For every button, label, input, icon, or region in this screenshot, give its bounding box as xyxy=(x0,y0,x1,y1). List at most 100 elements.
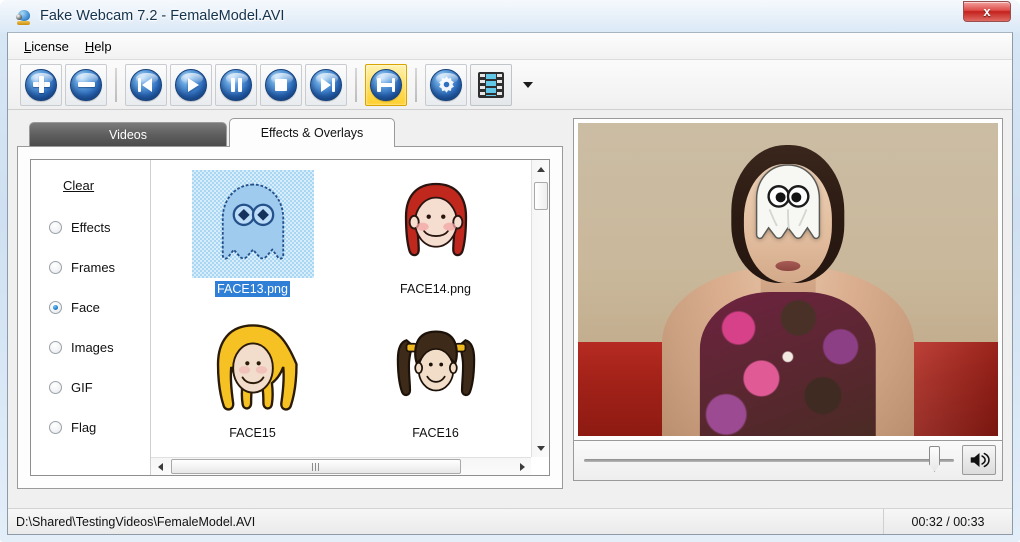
tab-control: Videos Effects & Overlays Clear Effects xyxy=(17,118,563,489)
vertical-scrollbar-thumb[interactable] xyxy=(534,182,548,210)
window-buttons: x xyxy=(963,1,1011,22)
filmstrip-button[interactable] xyxy=(470,63,512,106)
category-label: Images xyxy=(71,339,114,355)
category-label: Effects xyxy=(71,219,111,235)
person-dress xyxy=(699,292,877,436)
thumbnail-label: FACE13.png xyxy=(215,281,290,297)
add-video-button[interactable] xyxy=(20,63,62,106)
play-icon xyxy=(175,68,207,101)
person-lips xyxy=(775,260,801,272)
video-preview[interactable] xyxy=(573,118,1003,441)
radio-icon xyxy=(49,420,62,434)
menu-help[interactable]: Help xyxy=(81,36,124,57)
video-canvas xyxy=(578,123,998,436)
radio-icon xyxy=(49,340,62,354)
thumbnail-label: FACE14.png xyxy=(400,282,471,296)
toolbar-separator-1 xyxy=(115,67,117,102)
volume-icon xyxy=(970,452,990,468)
pause-icon xyxy=(220,68,252,101)
window-frame: Fake Webcam 7.2 - FemaleModel.AVI x Lice… xyxy=(0,0,1020,542)
radio-icon xyxy=(49,220,62,234)
webcam-icon xyxy=(15,7,33,25)
gear-icon xyxy=(430,68,462,101)
tab-body: Clear Effects Frames Face Images GIF Fla… xyxy=(17,146,563,489)
redhead-face-icon xyxy=(375,170,497,278)
thumbnail-item[interactable]: FACE13.png xyxy=(161,170,344,314)
category-frames[interactable]: Frames xyxy=(49,247,150,287)
effects-panel: Clear Effects Frames Face Images GIF Fla… xyxy=(30,159,550,476)
stop-icon xyxy=(265,68,297,101)
window-title: Fake Webcam 7.2 - FemaleModel.AVI xyxy=(40,8,285,24)
chevron-down-icon[interactable] xyxy=(519,64,537,106)
caret-right-icon[interactable] xyxy=(513,458,531,475)
close-button[interactable]: x xyxy=(963,1,1011,22)
toolbar-separator-3 xyxy=(415,67,417,102)
volume-button[interactable] xyxy=(962,445,996,475)
effects-overlays-button[interactable] xyxy=(365,63,407,106)
client-area: License Help Videos Effects & Overlays C… xyxy=(7,32,1013,535)
video-controls xyxy=(573,440,1003,481)
main-content: Videos Effects & Overlays Clear Effects xyxy=(8,110,1012,489)
thumbnail-item[interactable]: FACE14.png xyxy=(344,170,527,314)
caret-up-icon[interactable] xyxy=(532,160,549,178)
radio-icon-selected xyxy=(49,300,62,314)
skip-to-end-button[interactable] xyxy=(305,63,347,106)
category-images[interactable]: Images xyxy=(49,327,150,367)
settings-button[interactable] xyxy=(425,63,467,106)
thumbnail-vertical-scrollbar[interactable] xyxy=(531,160,549,457)
plus-icon xyxy=(25,68,57,101)
titlebar: Fake Webcam 7.2 - FemaleModel.AVI x xyxy=(7,0,1013,32)
blonde-face-icon xyxy=(192,314,314,422)
thumbnail-grid: FACE13.png FACE14.png FACE15 FACE16 xyxy=(151,160,531,457)
category-label: GIF xyxy=(71,379,93,395)
thumbnail-label: FACE15 xyxy=(229,425,276,440)
category-flag[interactable]: Flag xyxy=(49,407,150,447)
toolbar xyxy=(8,60,1012,110)
skip-previous-icon xyxy=(130,68,162,101)
category-label: Flag xyxy=(71,419,97,435)
volume-slider[interactable] xyxy=(584,446,954,472)
tab-videos[interactable]: Videos xyxy=(29,122,227,147)
overlay-icon xyxy=(370,68,402,101)
caret-left-icon[interactable] xyxy=(151,458,169,475)
minus-icon xyxy=(70,68,102,101)
clear-link[interactable]: Clear xyxy=(63,178,94,193)
stop-button[interactable] xyxy=(260,63,302,106)
status-time: 00:32 / 00:33 xyxy=(911,514,985,529)
radio-icon xyxy=(49,260,62,274)
thumbnail-item[interactable]: FACE15 xyxy=(161,314,344,458)
thumbnail-item[interactable]: FACE16 xyxy=(344,314,527,458)
statusbar: D:\Shared\TestingVideos\FemaleModel.AVI … xyxy=(8,508,1012,534)
menubar: License Help xyxy=(8,33,1012,60)
menu-license[interactable]: License xyxy=(20,36,81,57)
remove-video-button[interactable] xyxy=(65,63,107,106)
ghost-overlay-icon xyxy=(742,154,834,257)
pigtails-face-icon xyxy=(375,314,497,422)
skip-to-start-button[interactable] xyxy=(125,63,167,106)
skip-next-icon xyxy=(310,68,342,101)
volume-slider-rail xyxy=(584,458,954,462)
filmstrip-icon xyxy=(478,71,504,98)
pause-button[interactable] xyxy=(215,63,257,106)
volume-slider-thumb[interactable] xyxy=(929,446,940,472)
ghost-face-icon xyxy=(191,170,314,278)
category-gif[interactable]: GIF xyxy=(49,367,150,407)
tab-effects-overlays[interactable]: Effects & Overlays xyxy=(229,118,395,147)
thumbnail-label: FACE16 xyxy=(412,425,459,440)
radio-icon xyxy=(49,380,62,394)
scrollbar-grip-icon xyxy=(312,462,320,471)
menu-license-label: icense xyxy=(31,38,69,54)
toolbar-separator-2 xyxy=(355,67,357,102)
thumbnail-list: FACE13.png FACE14.png FACE15 FACE16 xyxy=(151,160,549,475)
caret-down-icon[interactable] xyxy=(532,439,549,457)
category-label: Face xyxy=(71,299,100,315)
category-face[interactable]: Face xyxy=(49,287,150,327)
thumbnail-horizontal-scrollbar[interactable] xyxy=(151,457,531,475)
video-panel xyxy=(573,118,1003,482)
tabstrip: Videos Effects & Overlays xyxy=(17,118,563,147)
category-effects[interactable]: Effects xyxy=(49,207,150,247)
category-label: Frames xyxy=(71,259,116,275)
horizontal-scrollbar-thumb[interactable] xyxy=(171,459,461,474)
play-button[interactable] xyxy=(170,63,212,106)
status-file-path: D:\Shared\TestingVideos\FemaleModel.AVI xyxy=(8,509,884,534)
